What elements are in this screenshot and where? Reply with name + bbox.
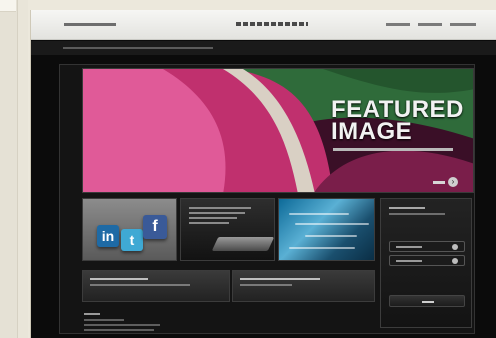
sidebar-subtitle — [389, 213, 445, 215]
linkedin-icon: in — [97, 225, 119, 247]
facebook-icon: f — [143, 215, 167, 239]
bottom-tile-left-text — [90, 284, 190, 286]
product-tile-text-2 — [189, 212, 245, 214]
breadcrumb-text[interactable] — [63, 47, 213, 49]
sidebar-option-2-label — [396, 260, 422, 262]
bottom-tile-right-text — [240, 284, 292, 286]
photo-tile[interactable] — [278, 198, 375, 261]
chevron-right-icon: › — [448, 177, 458, 187]
photo-highlight-1 — [289, 213, 349, 215]
header-link-3[interactable] — [450, 23, 476, 26]
header-link-2[interactable] — [418, 23, 442, 26]
product-tile[interactable] — [180, 198, 275, 261]
hero-title: FEATURED IMAGE — [331, 96, 464, 145]
left-pane — [0, 0, 18, 338]
sidebar-action-button[interactable] — [389, 295, 465, 307]
content-stage: FEATURED IMAGE › in t f — [59, 64, 475, 334]
breadcrumb — [31, 41, 496, 55]
site-logo[interactable] — [236, 22, 308, 26]
sidebar-panel — [380, 198, 472, 328]
site-header — [31, 10, 496, 40]
hero-caption — [333, 148, 453, 151]
twitter-icon: t — [121, 229, 143, 251]
bottom-tile-left-title — [90, 278, 148, 280]
pane-divider[interactable] — [18, 0, 28, 338]
footer-link-3[interactable] — [84, 329, 154, 331]
sidebar-action-label — [422, 301, 434, 303]
sidebar-option-2[interactable] — [389, 255, 465, 266]
sidebar-option-1-label — [396, 246, 422, 248]
hero-more-link[interactable]: › — [433, 177, 458, 187]
footer-link-1[interactable] — [84, 319, 124, 321]
footer-heading — [84, 313, 100, 315]
radio-dot-icon — [452, 258, 458, 264]
photo-highlight-4 — [289, 247, 355, 249]
social-media-tile[interactable]: in t f — [82, 198, 177, 261]
sidebar-option-1[interactable] — [389, 241, 465, 252]
bottom-tile-right-title — [240, 278, 320, 280]
product-tile-text-1 — [189, 207, 251, 209]
sidebar-title — [389, 207, 425, 209]
featured-hero[interactable]: FEATURED IMAGE › — [82, 68, 474, 193]
product-tile-text-3 — [189, 217, 237, 219]
header-link-1[interactable] — [386, 23, 410, 26]
radio-dot-icon — [452, 244, 458, 250]
website-window: FEATURED IMAGE › in t f — [30, 10, 496, 338]
photo-highlight-2 — [295, 223, 369, 225]
footer-link-2[interactable] — [84, 324, 160, 326]
device-image — [211, 237, 274, 251]
photo-highlight-3 — [305, 235, 357, 237]
left-pane-frame — [0, 0, 16, 12]
bottom-tile-left[interactable] — [82, 270, 230, 302]
hero-more-label — [433, 181, 445, 184]
header-nav-left[interactable] — [64, 23, 116, 26]
site-footer — [84, 313, 179, 331]
bottom-tile-right[interactable] — [232, 270, 375, 302]
product-tile-text-4 — [189, 222, 229, 224]
